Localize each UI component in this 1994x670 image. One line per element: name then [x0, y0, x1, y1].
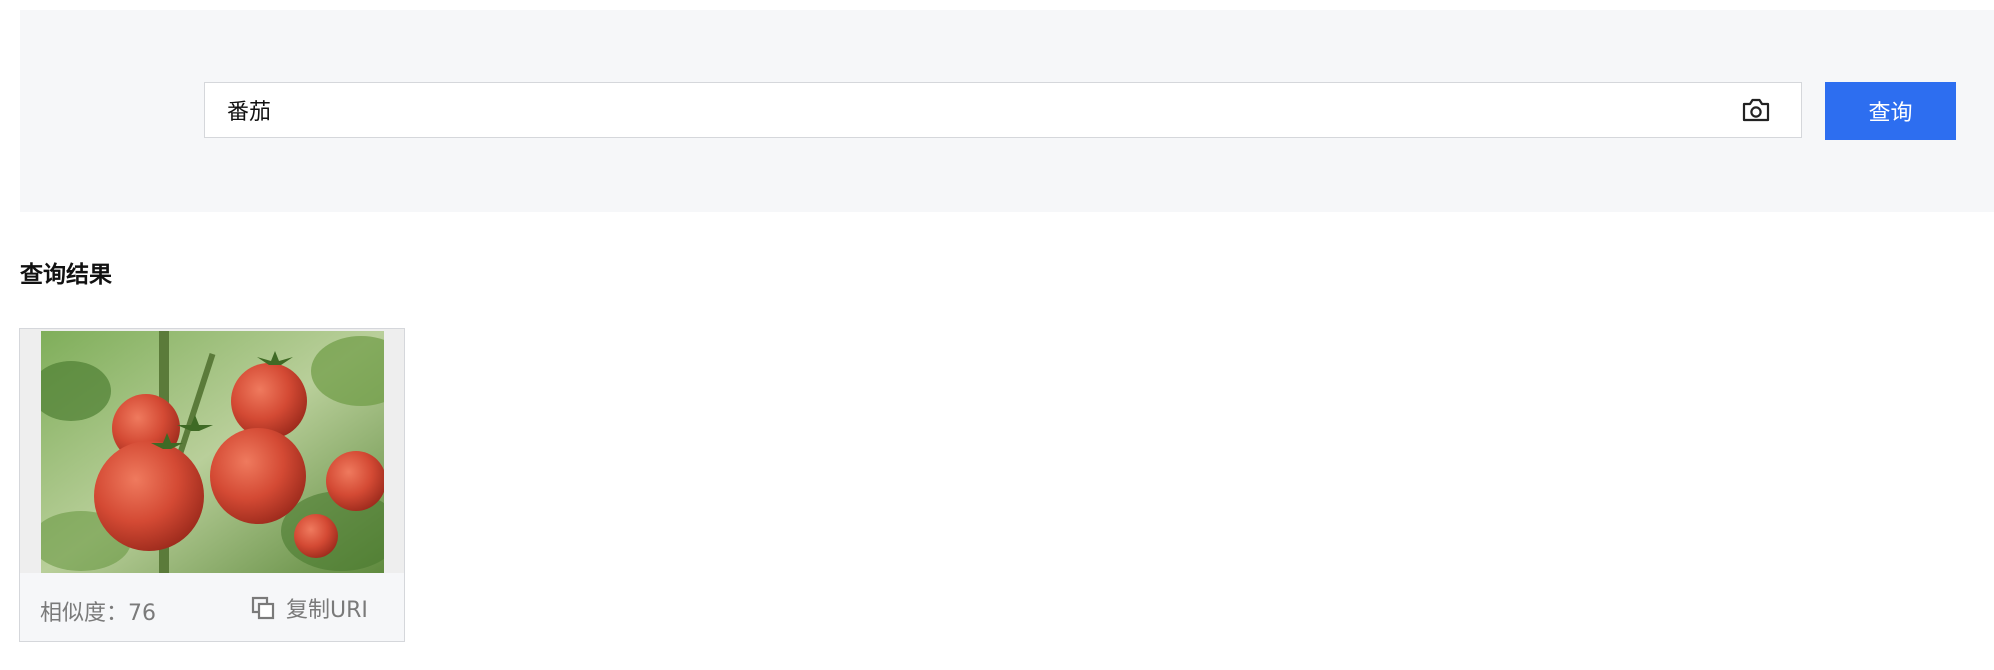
copy-uri-button[interactable]: 复制URI — [250, 593, 368, 623]
results-title: 查询结果 — [20, 262, 112, 288]
result-thumbnail[interactable] — [41, 331, 384, 573]
search-box[interactable] — [204, 82, 1802, 138]
thumbnail-frame — [20, 329, 404, 573]
search-input[interactable] — [205, 83, 1725, 137]
result-card[interactable]: 相似度：76 复制URI — [19, 328, 405, 642]
similarity-label: 相似度： — [40, 601, 129, 626]
similarity-value: 76 — [128, 601, 157, 626]
card-footer: 相似度：76 复制URI — [20, 573, 404, 641]
camera-icon[interactable] — [1741, 97, 1771, 123]
query-button[interactable]: 查询 — [1825, 82, 1956, 140]
copy-uri-label: 复制URI — [286, 598, 368, 623]
search-panel: 查询 — [20, 10, 1994, 212]
copy-icon — [251, 596, 275, 620]
similarity-score: 相似度：76 — [40, 595, 156, 627]
